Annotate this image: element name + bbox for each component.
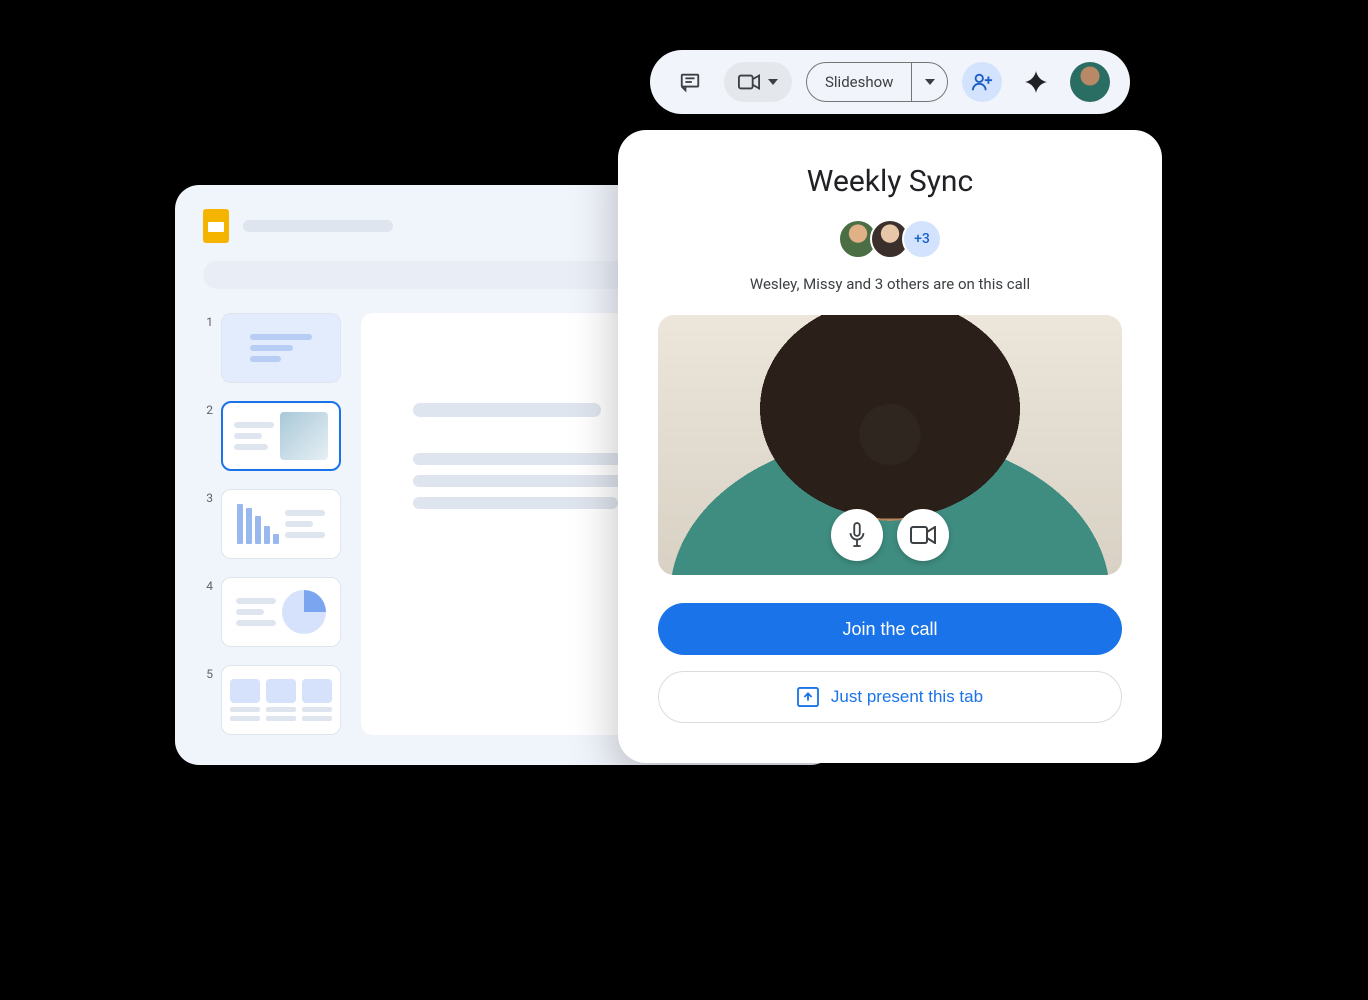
slide-thumbnail-row[interactable]: 2	[203, 401, 341, 471]
slideshow-split-button: Slideshow	[806, 62, 948, 102]
slide-number: 1	[203, 313, 213, 383]
bar-chart-icon	[237, 504, 279, 544]
chevron-down-icon	[768, 79, 778, 85]
gemini-button[interactable]	[1016, 62, 1056, 102]
present-to-all-icon	[797, 687, 819, 707]
video-call-button[interactable]	[724, 62, 792, 102]
slide-number: 3	[203, 489, 213, 559]
meeting-title: Weekly Sync	[807, 164, 973, 199]
slide-thumbnail-4[interactable]	[221, 577, 341, 647]
slide-thumbnail-1[interactable]	[221, 313, 341, 383]
comments-button[interactable]	[670, 62, 710, 102]
comment-icon	[679, 71, 701, 93]
canvas-heading-placeholder	[413, 403, 601, 417]
slide-number: 5	[203, 665, 213, 735]
slide-thumbnail-row[interactable]: 1	[203, 313, 341, 383]
camera-preview	[658, 315, 1122, 575]
toggle-camera-button[interactable]	[897, 509, 949, 561]
video-camera-icon	[738, 74, 760, 90]
microphone-icon	[846, 522, 868, 548]
chevron-down-icon	[925, 79, 935, 85]
participants-avatars: +3	[838, 219, 942, 259]
slide-thumbnail-row[interactable]: 5	[203, 665, 341, 735]
present-tab-button[interactable]: Just present this tab	[658, 671, 1122, 723]
share-button[interactable]	[962, 62, 1002, 102]
slide-thumbnail-3[interactable]	[221, 489, 341, 559]
slideshow-options-button[interactable]	[911, 63, 947, 101]
toggle-microphone-button[interactable]	[831, 509, 883, 561]
meet-join-popover: Weekly Sync +3 Wesley, Missy and 3 other…	[618, 130, 1162, 763]
participants-summary: Wesley, Missy and 3 others are on this c…	[750, 275, 1030, 293]
sparkle-icon	[1025, 71, 1047, 93]
slide-thumbnails: 1 2	[203, 313, 341, 735]
account-avatar[interactable]	[1070, 62, 1110, 102]
slide-thumbnail-row[interactable]: 4	[203, 577, 341, 647]
slide-thumbnail-row[interactable]: 3	[203, 489, 341, 559]
image-placeholder-icon	[280, 412, 328, 460]
join-call-button[interactable]: Join the call	[658, 603, 1122, 655]
slide-thumbnail-2[interactable]	[221, 401, 341, 471]
present-tab-label: Just present this tab	[831, 687, 983, 707]
pie-chart-icon	[282, 590, 326, 634]
slide-number: 2	[203, 401, 213, 471]
video-camera-icon	[910, 526, 936, 544]
preview-controls	[831, 509, 949, 561]
slide-thumbnail-5[interactable]	[221, 665, 341, 735]
slide-number: 4	[203, 577, 213, 647]
person-add-icon	[971, 71, 993, 93]
slideshow-button[interactable]: Slideshow	[807, 63, 911, 101]
app-top-toolbar: Slideshow	[650, 50, 1130, 114]
join-call-label: Join the call	[842, 619, 937, 639]
participant-overflow-badge: +3	[902, 219, 942, 259]
document-title-placeholder	[243, 220, 393, 232]
slides-logo-icon	[203, 209, 229, 243]
slideshow-label: Slideshow	[825, 73, 893, 91]
